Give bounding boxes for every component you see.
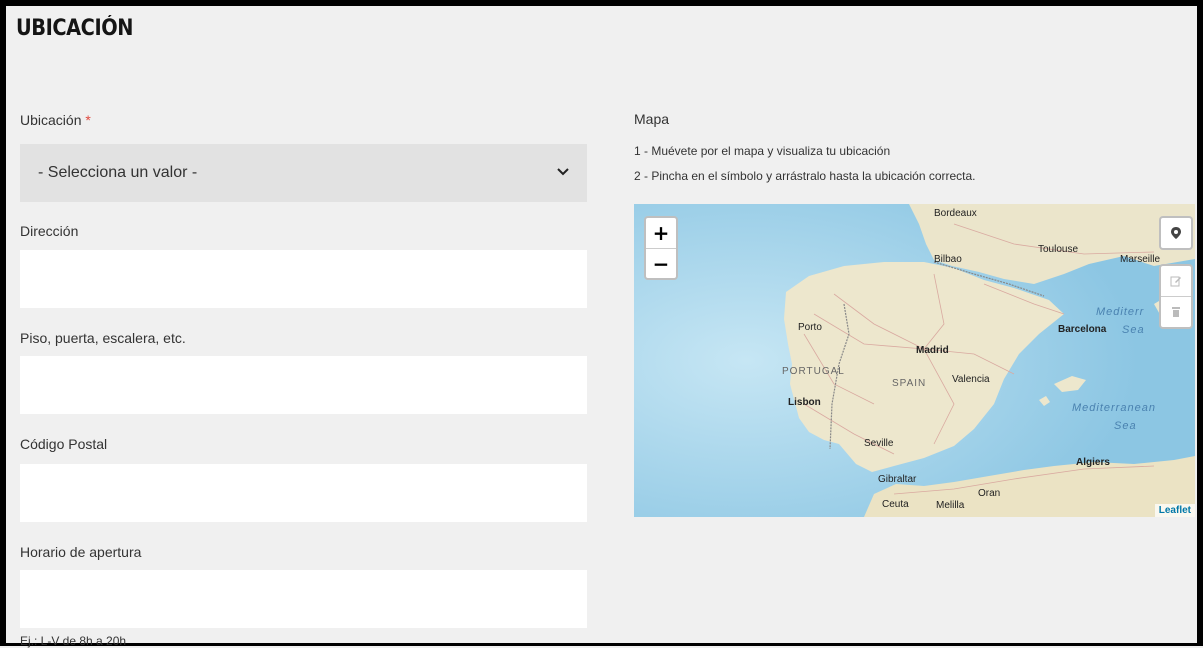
opening-hours-input[interactable] (20, 570, 587, 628)
map-place-porto: Porto (798, 322, 822, 333)
postal-code-label: Código Postal (20, 436, 108, 452)
map-place-seville: Seville (864, 438, 894, 449)
map-sea-label-2: Sea (1114, 420, 1137, 432)
map-place-oran: Oran (978, 488, 1001, 499)
postal-code-input[interactable] (20, 464, 587, 522)
map-place-gibraltar: Gibraltar (878, 474, 917, 485)
floor-input[interactable] (20, 356, 587, 414)
address-label: Dirección (20, 223, 79, 239)
chevron-down-icon (557, 168, 569, 176)
map-sea-mediterranean-2: Mediterranean (1072, 402, 1156, 414)
map-instruction-1: 1 - Muévete por el mapa y visualiza tu u… (634, 144, 891, 158)
map-place-marseille: Marseille (1120, 254, 1161, 265)
map-pin-icon (1171, 227, 1181, 239)
zoom-control: + − (644, 216, 678, 280)
floor-label: Piso, puerta, escalera, etc. (20, 330, 186, 346)
edit-layers-button[interactable] (1161, 266, 1191, 297)
map-place-bordeaux: Bordeaux (934, 208, 977, 219)
required-mark: * (85, 112, 91, 128)
section-title: UBICACIÓN (16, 16, 133, 41)
map-terrain (634, 204, 1195, 517)
map-place-madrid: Madrid (916, 345, 949, 356)
map-place-valencia: Valencia (952, 374, 990, 385)
map-place-lisbon: Lisbon (788, 397, 821, 408)
map-place-melilla: Melilla (936, 500, 965, 511)
map-attribution[interactable]: Leaflet (1154, 504, 1195, 517)
map-canvas[interactable]: Bordeaux Toulouse Marseille Bilbao Porto… (634, 204, 1195, 517)
map-place-bilbao: Bilbao (934, 254, 962, 265)
map-place-spain: SPAIN (892, 378, 927, 389)
map-place-algiers: Algiers (1076, 457, 1110, 468)
marker-control (1159, 216, 1193, 250)
zoom-in-button[interactable]: + (646, 218, 676, 249)
location-select[interactable]: - Selecciona un valor - (20, 144, 587, 202)
map-sea-label-1: Sea (1122, 324, 1145, 336)
address-input[interactable] (20, 250, 587, 308)
map-place-toulouse: Toulouse (1038, 244, 1079, 255)
map-place-ceuta: Ceuta (882, 499, 909, 510)
location-label-text: Ubicación (20, 112, 82, 128)
opening-hours-label: Horario de apertura (20, 544, 142, 560)
delete-layers-button[interactable] (1161, 297, 1191, 327)
page-frame: UBICACIÓN Ubicación * - Selecciona un va… (0, 0, 1203, 648)
location-select-value: - Selecciona un valor - (38, 164, 198, 181)
edit-icon (1170, 276, 1181, 287)
map-instruction-2: 2 - Pincha en el símbolo y arrástralo ha… (634, 169, 976, 183)
location-label: Ubicación * (20, 112, 91, 128)
zoom-out-button[interactable]: − (646, 249, 676, 279)
map-label: Mapa (634, 111, 670, 127)
map-place-barcelona: Barcelona (1058, 324, 1107, 335)
edit-control (1159, 264, 1193, 329)
map-place-portugal: PORTUGAL (782, 366, 845, 377)
trash-icon (1172, 307, 1180, 317)
draw-marker-button[interactable] (1161, 218, 1191, 248)
map-sea-mediterranean-1: Mediterr (1096, 306, 1145, 318)
